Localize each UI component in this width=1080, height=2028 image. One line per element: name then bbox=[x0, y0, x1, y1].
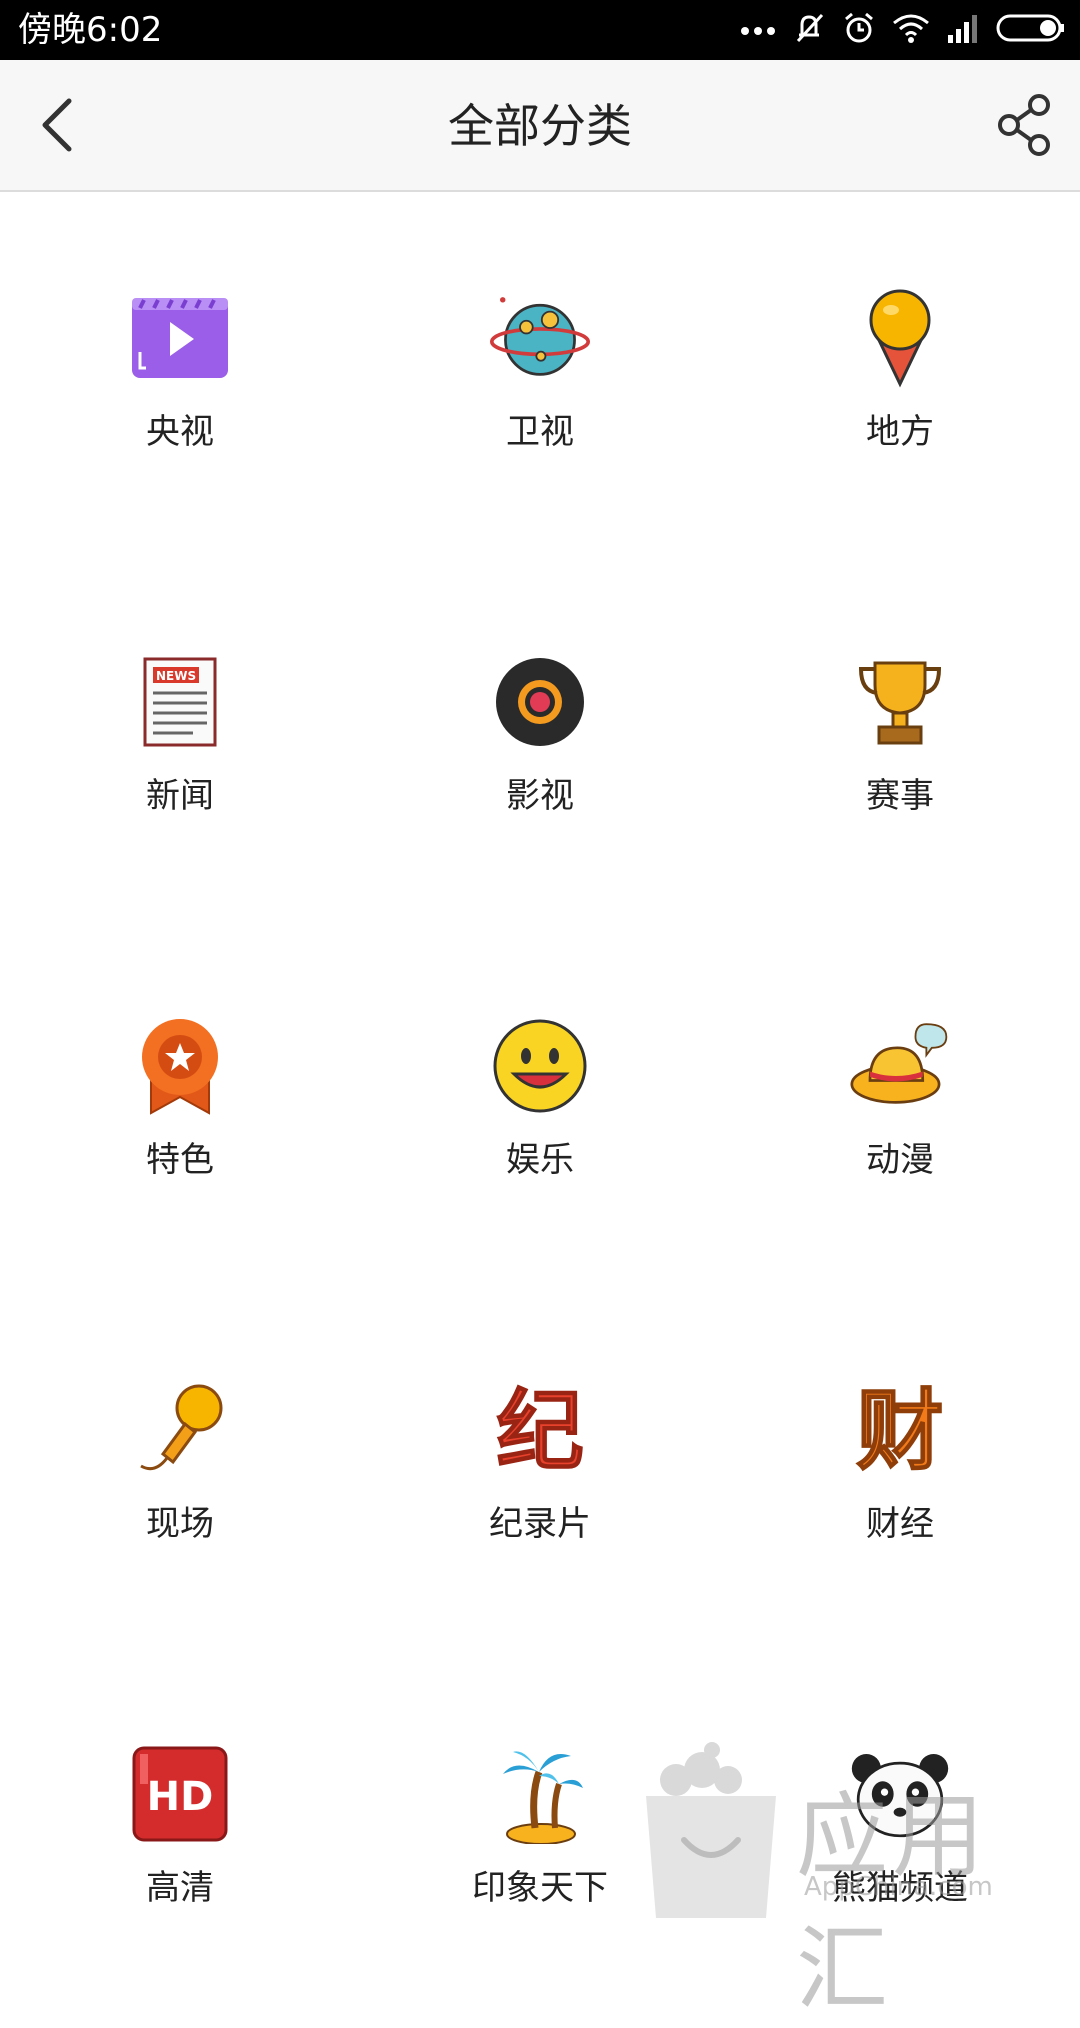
svg-text:财: 财 bbox=[856, 1380, 943, 1480]
category-documentary[interactable]: 纪 纪录片 bbox=[360, 1284, 720, 1648]
category-hd[interactable]: HD 高清 bbox=[0, 1648, 360, 2012]
category-satellite[interactable]: 卫视 bbox=[360, 192, 720, 556]
share-icon bbox=[998, 94, 1050, 156]
category-label: 高清 bbox=[146, 1868, 214, 1908]
planet-icon bbox=[490, 288, 590, 388]
video-play-icon bbox=[130, 288, 230, 388]
category-label: 新闻 bbox=[146, 776, 214, 816]
category-label: 纪录片 bbox=[489, 1504, 591, 1544]
battery-icon bbox=[996, 13, 1066, 47]
category-cctv[interactable]: 央视 bbox=[0, 192, 360, 556]
category-label: 影视 bbox=[506, 776, 574, 816]
category-sports[interactable]: 赛事 bbox=[720, 556, 1080, 920]
top-app-bar: 全部分类 bbox=[0, 60, 1080, 192]
watermark-url: AppChina.com bbox=[804, 1872, 993, 1902]
signal-icon bbox=[946, 13, 980, 47]
wifi-icon bbox=[892, 13, 930, 47]
smiley-icon bbox=[490, 1016, 590, 1116]
alarm-icon bbox=[842, 11, 876, 49]
category-label: 动漫 bbox=[866, 1140, 934, 1180]
category-label: 央视 bbox=[146, 412, 214, 452]
category-anime[interactable]: 动漫 bbox=[720, 920, 1080, 1284]
newspaper-icon: NEWS bbox=[130, 652, 230, 752]
status-time: 傍晚6:02 bbox=[18, 10, 163, 50]
category-label: 赛事 bbox=[866, 776, 934, 816]
trophy-icon bbox=[850, 652, 950, 752]
straw-hat-icon bbox=[850, 1016, 950, 1116]
shopping-bag-logo-icon bbox=[646, 1742, 776, 1918]
status-bar: 傍晚6:02 bbox=[0, 0, 1080, 60]
share-button[interactable] bbox=[990, 90, 1060, 160]
category-label: 特色 bbox=[146, 1140, 214, 1180]
category-label: 娱乐 bbox=[506, 1140, 574, 1180]
category-local[interactable]: 地方 bbox=[720, 192, 1080, 556]
svg-text:NEWS: NEWS bbox=[156, 669, 196, 683]
category-film[interactable]: 影视 bbox=[360, 556, 720, 920]
category-label: 现场 bbox=[146, 1504, 214, 1544]
star-badge-icon bbox=[130, 1016, 230, 1116]
record-icon bbox=[490, 652, 590, 752]
appchina-watermark: 应用汇 AppChina.com bbox=[636, 1740, 1076, 2023]
category-news[interactable]: NEWS 新闻 bbox=[0, 556, 360, 920]
page-title: 全部分类 bbox=[448, 99, 632, 153]
palm-tree-icon bbox=[490, 1744, 590, 1844]
cai-character-icon: 财 bbox=[850, 1380, 950, 1480]
svg-text:HD: HD bbox=[147, 1774, 214, 1820]
status-icons bbox=[740, 8, 1066, 52]
category-label: 地方 bbox=[866, 412, 934, 452]
category-featured[interactable]: 特色 bbox=[0, 920, 360, 1284]
category-finance[interactable]: 财 财经 bbox=[720, 1284, 1080, 1648]
map-pin-icon bbox=[850, 288, 950, 388]
mute-icon bbox=[792, 11, 826, 49]
category-live[interactable]: 现场 bbox=[0, 1284, 360, 1648]
hd-icon: HD bbox=[130, 1744, 230, 1844]
more-icon bbox=[740, 21, 776, 40]
ji-character-icon: 纪 bbox=[490, 1380, 590, 1480]
category-entertainment[interactable]: 娱乐 bbox=[360, 920, 720, 1284]
category-label: 财经 bbox=[866, 1504, 934, 1544]
svg-text:纪: 纪 bbox=[496, 1380, 583, 1480]
microphone-icon bbox=[130, 1380, 230, 1480]
category-label: 卫视 bbox=[506, 412, 574, 452]
